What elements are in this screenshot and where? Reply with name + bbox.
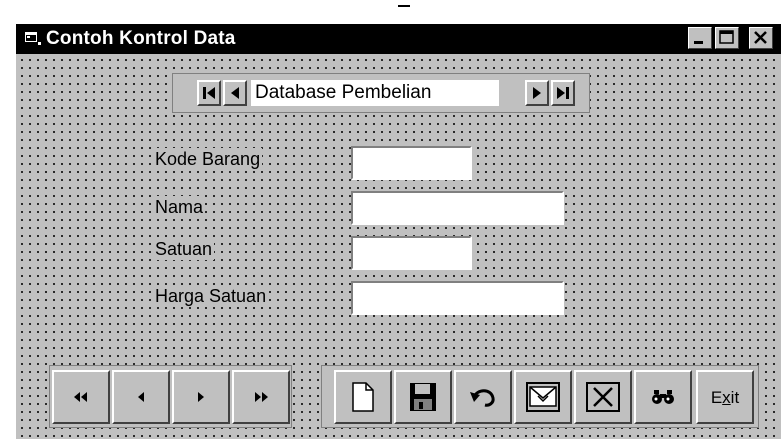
data-move-next-button[interactable]	[525, 80, 549, 106]
last-record-button[interactable]	[232, 370, 290, 424]
undo-button[interactable]	[454, 370, 512, 424]
find-button[interactable]	[634, 370, 692, 424]
delete-icon	[586, 382, 620, 412]
first-record-icon	[74, 392, 87, 402]
new-record-button[interactable]	[334, 370, 392, 424]
data-move-first-button[interactable]	[197, 80, 221, 106]
move-next-icon	[533, 87, 541, 99]
main-window: Contoh Kontrol Data Database Pembelian K…	[16, 24, 781, 439]
move-first-icon	[203, 87, 215, 99]
last-record-icon	[255, 392, 268, 402]
undo-icon	[470, 389, 495, 407]
move-previous-icon	[231, 87, 239, 99]
harga-satuan-label: Harga Satuan	[153, 285, 269, 307]
exit-button-label: Exit	[710, 388, 740, 407]
save-icon	[410, 383, 436, 411]
nama-label: Nama	[153, 196, 206, 218]
data-move-previous-button[interactable]	[223, 80, 247, 106]
kode-barang-label: Kode Barang	[153, 148, 263, 170]
minimize-button[interactable]	[688, 27, 712, 49]
form-body: Database Pembelian Kode Barang Nama Satu…	[16, 54, 781, 439]
exit-button[interactable]: Exit	[696, 370, 754, 424]
delete-button[interactable]	[574, 370, 632, 424]
maximize-button[interactable]	[715, 27, 739, 49]
navigation-button-group	[49, 365, 292, 428]
data-control-caption: Database Pembelian	[251, 80, 499, 106]
title-bar[interactable]: Contoh Kontrol Data	[16, 24, 781, 54]
nama-input[interactable]	[351, 191, 564, 225]
close-icon	[754, 31, 767, 44]
top-artifact	[398, 0, 410, 7]
kode-barang-input[interactable]	[351, 146, 472, 180]
move-last-icon	[557, 87, 569, 99]
minimize-icon	[694, 41, 703, 44]
maximize-icon	[719, 30, 734, 44]
data-control[interactable]: Database Pembelian	[172, 73, 590, 113]
save-button[interactable]	[394, 370, 452, 424]
harga-satuan-input[interactable]	[351, 281, 564, 315]
satuan-input[interactable]	[351, 236, 472, 270]
action-button-group: Exit	[321, 365, 759, 428]
update-button[interactable]	[514, 370, 572, 424]
previous-record-icon	[138, 392, 144, 402]
next-record-button[interactable]	[172, 370, 230, 424]
new-record-icon	[352, 382, 374, 412]
previous-record-button[interactable]	[112, 370, 170, 424]
update-icon	[526, 382, 560, 412]
data-move-last-button[interactable]	[551, 80, 575, 106]
form-icon	[25, 32, 41, 45]
window-title: Contoh Kontrol Data	[46, 28, 236, 49]
close-button[interactable]	[749, 27, 773, 49]
find-icon	[652, 390, 674, 404]
next-record-icon	[198, 392, 204, 402]
satuan-label: Satuan	[153, 238, 215, 260]
first-record-button[interactable]	[52, 370, 110, 424]
